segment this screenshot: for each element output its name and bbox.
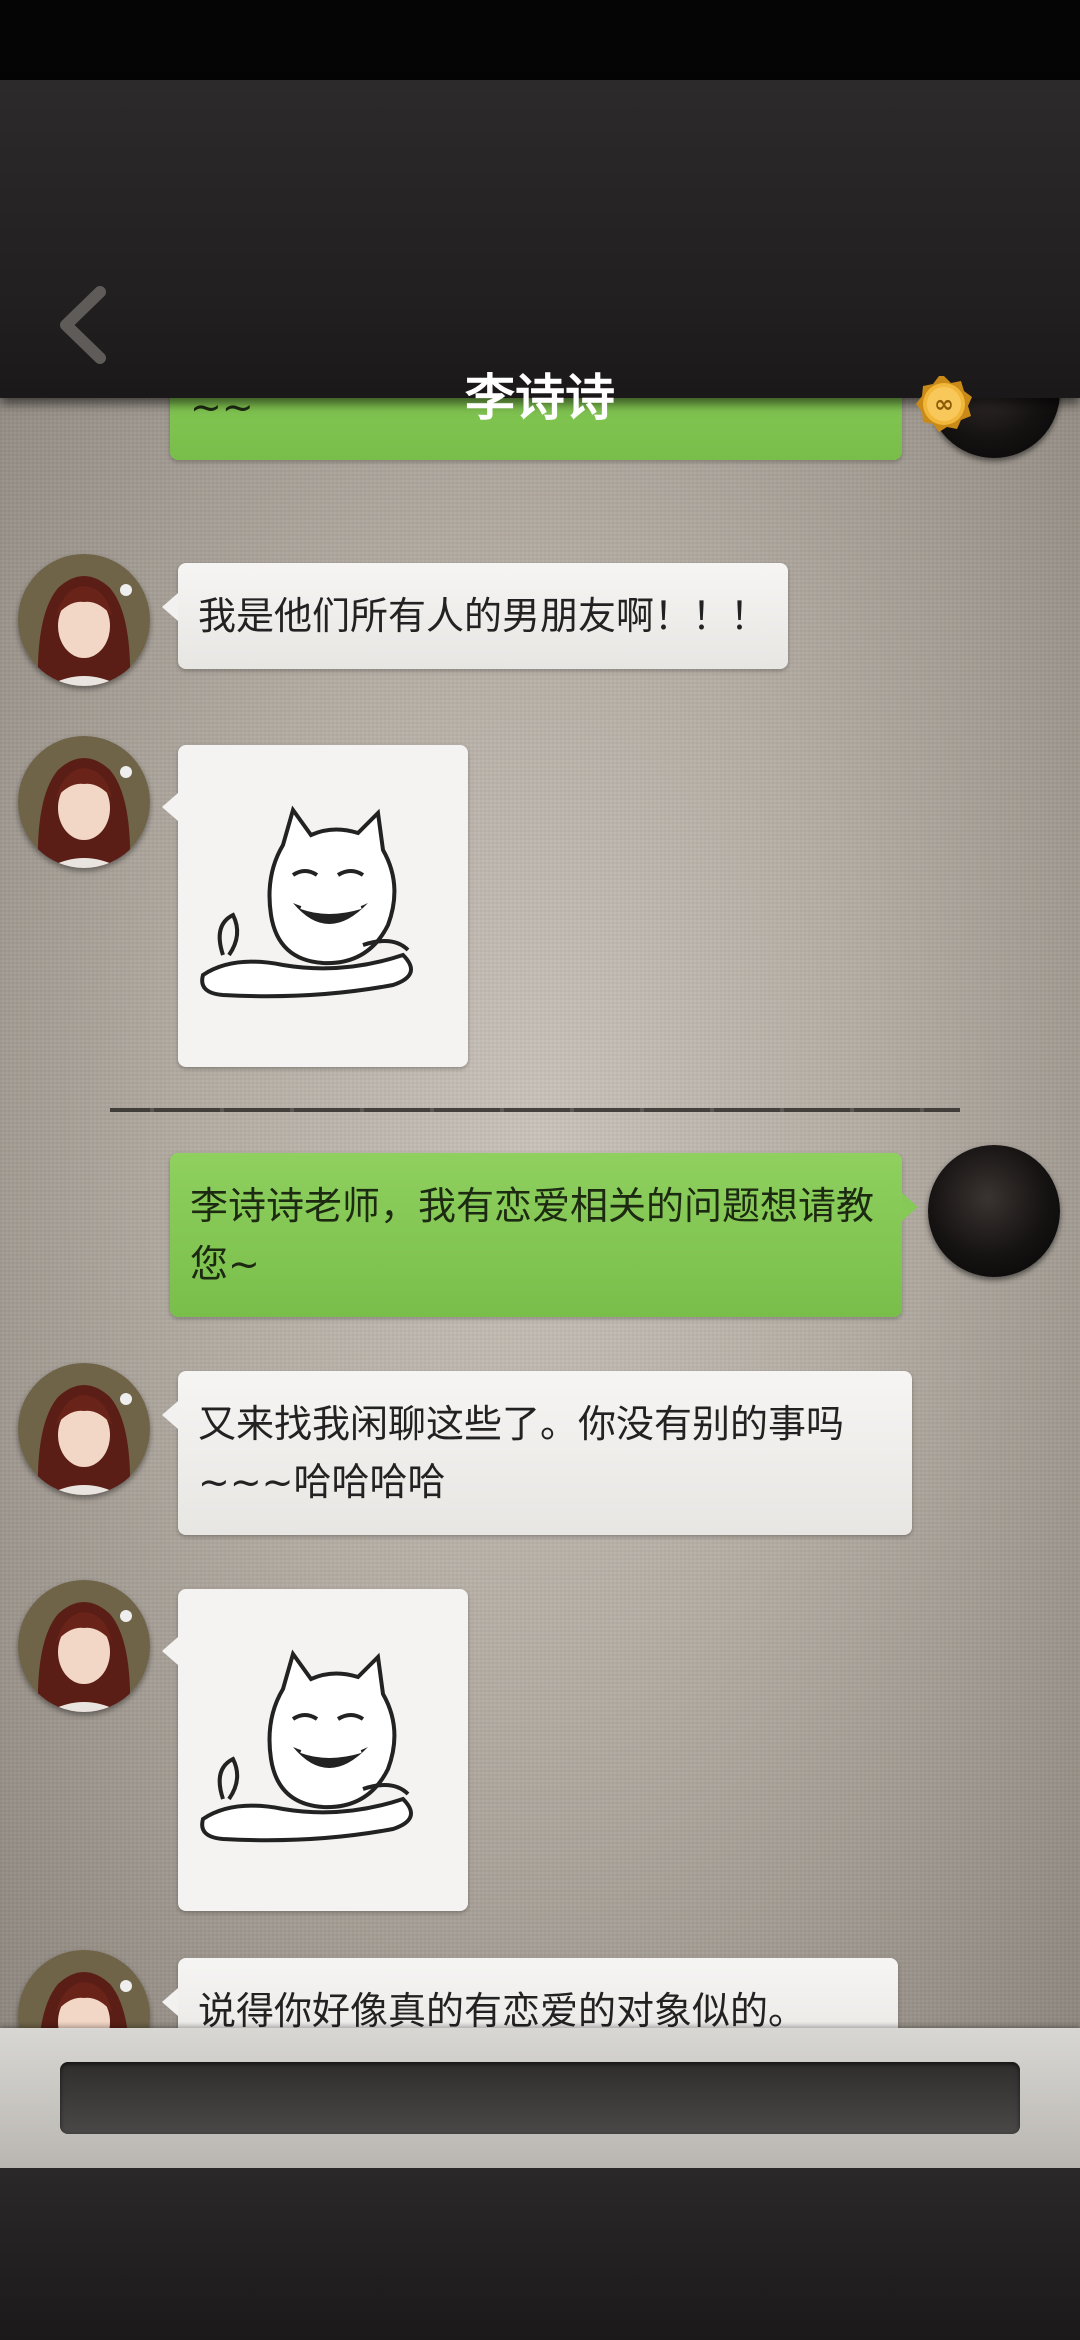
- chat-area[interactable]: 那你自己呢！这位“觉得自己很般”的朋友~~ 我是他们所有人的男朋友啊！！！: [0, 398, 1080, 2028]
- contact-photo: [18, 1950, 150, 2028]
- status-bar: [0, 0, 1080, 80]
- message-text: 我是他们所有人的男朋友啊！！！: [198, 594, 769, 638]
- contact-avatar[interactable]: [18, 736, 150, 868]
- message-text: 李诗诗老师，我有恋爱相关的问题想请教您~: [190, 1184, 875, 1286]
- message-text: 又来找我闲聊这些了。你没有别的事吗~~~哈哈哈哈: [198, 1402, 845, 1504]
- message-bubble-contact[interactable]: 又来找我闲聊这些了。你没有别的事吗~~~哈哈哈哈: [162, 1371, 912, 1535]
- coin-symbol: ∞: [934, 390, 954, 418]
- sticker-message[interactable]: [162, 745, 468, 1067]
- message-input[interactable]: [60, 2062, 1020, 2134]
- contact-photo: [18, 736, 150, 868]
- laughing-cat-sticker: [200, 805, 413, 999]
- gold-coin-icon: ∞: [916, 376, 972, 432]
- sticker-message[interactable]: [162, 1589, 468, 1911]
- contact-photo: [18, 1363, 150, 1495]
- contact-avatar[interactable]: [18, 1950, 150, 2028]
- message-bubble-contact[interactable]: 我是他们所有人的男朋友啊！！！: [161, 563, 789, 669]
- time-divider: [110, 1108, 960, 1112]
- back-button[interactable]: [48, 280, 118, 370]
- message-bubble-contact[interactable]: 说得你好像真的有恋爱的对象似的。: [162, 1958, 898, 2028]
- contact-photo: [18, 554, 150, 686]
- coin-button[interactable]: ∞: [914, 374, 974, 434]
- contact-avatar[interactable]: [18, 554, 150, 686]
- input-bar: [0, 2028, 1080, 2168]
- user-avatar[interactable]: [928, 1145, 1060, 1277]
- nav-bar: 李诗诗 ∞: [0, 80, 1080, 432]
- message-bubble-self[interactable]: 李诗诗老师，我有恋爱相关的问题想请教您~: [170, 1153, 918, 1317]
- contact-avatar[interactable]: [18, 1580, 150, 1712]
- bottom-panel: [0, 2168, 1080, 2340]
- chevron-left-icon: [60, 286, 106, 364]
- message-text: 说得你好像真的有恋爱的对象似的。: [198, 1989, 807, 2028]
- contact-avatar[interactable]: [18, 1363, 150, 1495]
- laughing-cat-sticker: [200, 1649, 413, 1843]
- contact-photo: [18, 1580, 150, 1712]
